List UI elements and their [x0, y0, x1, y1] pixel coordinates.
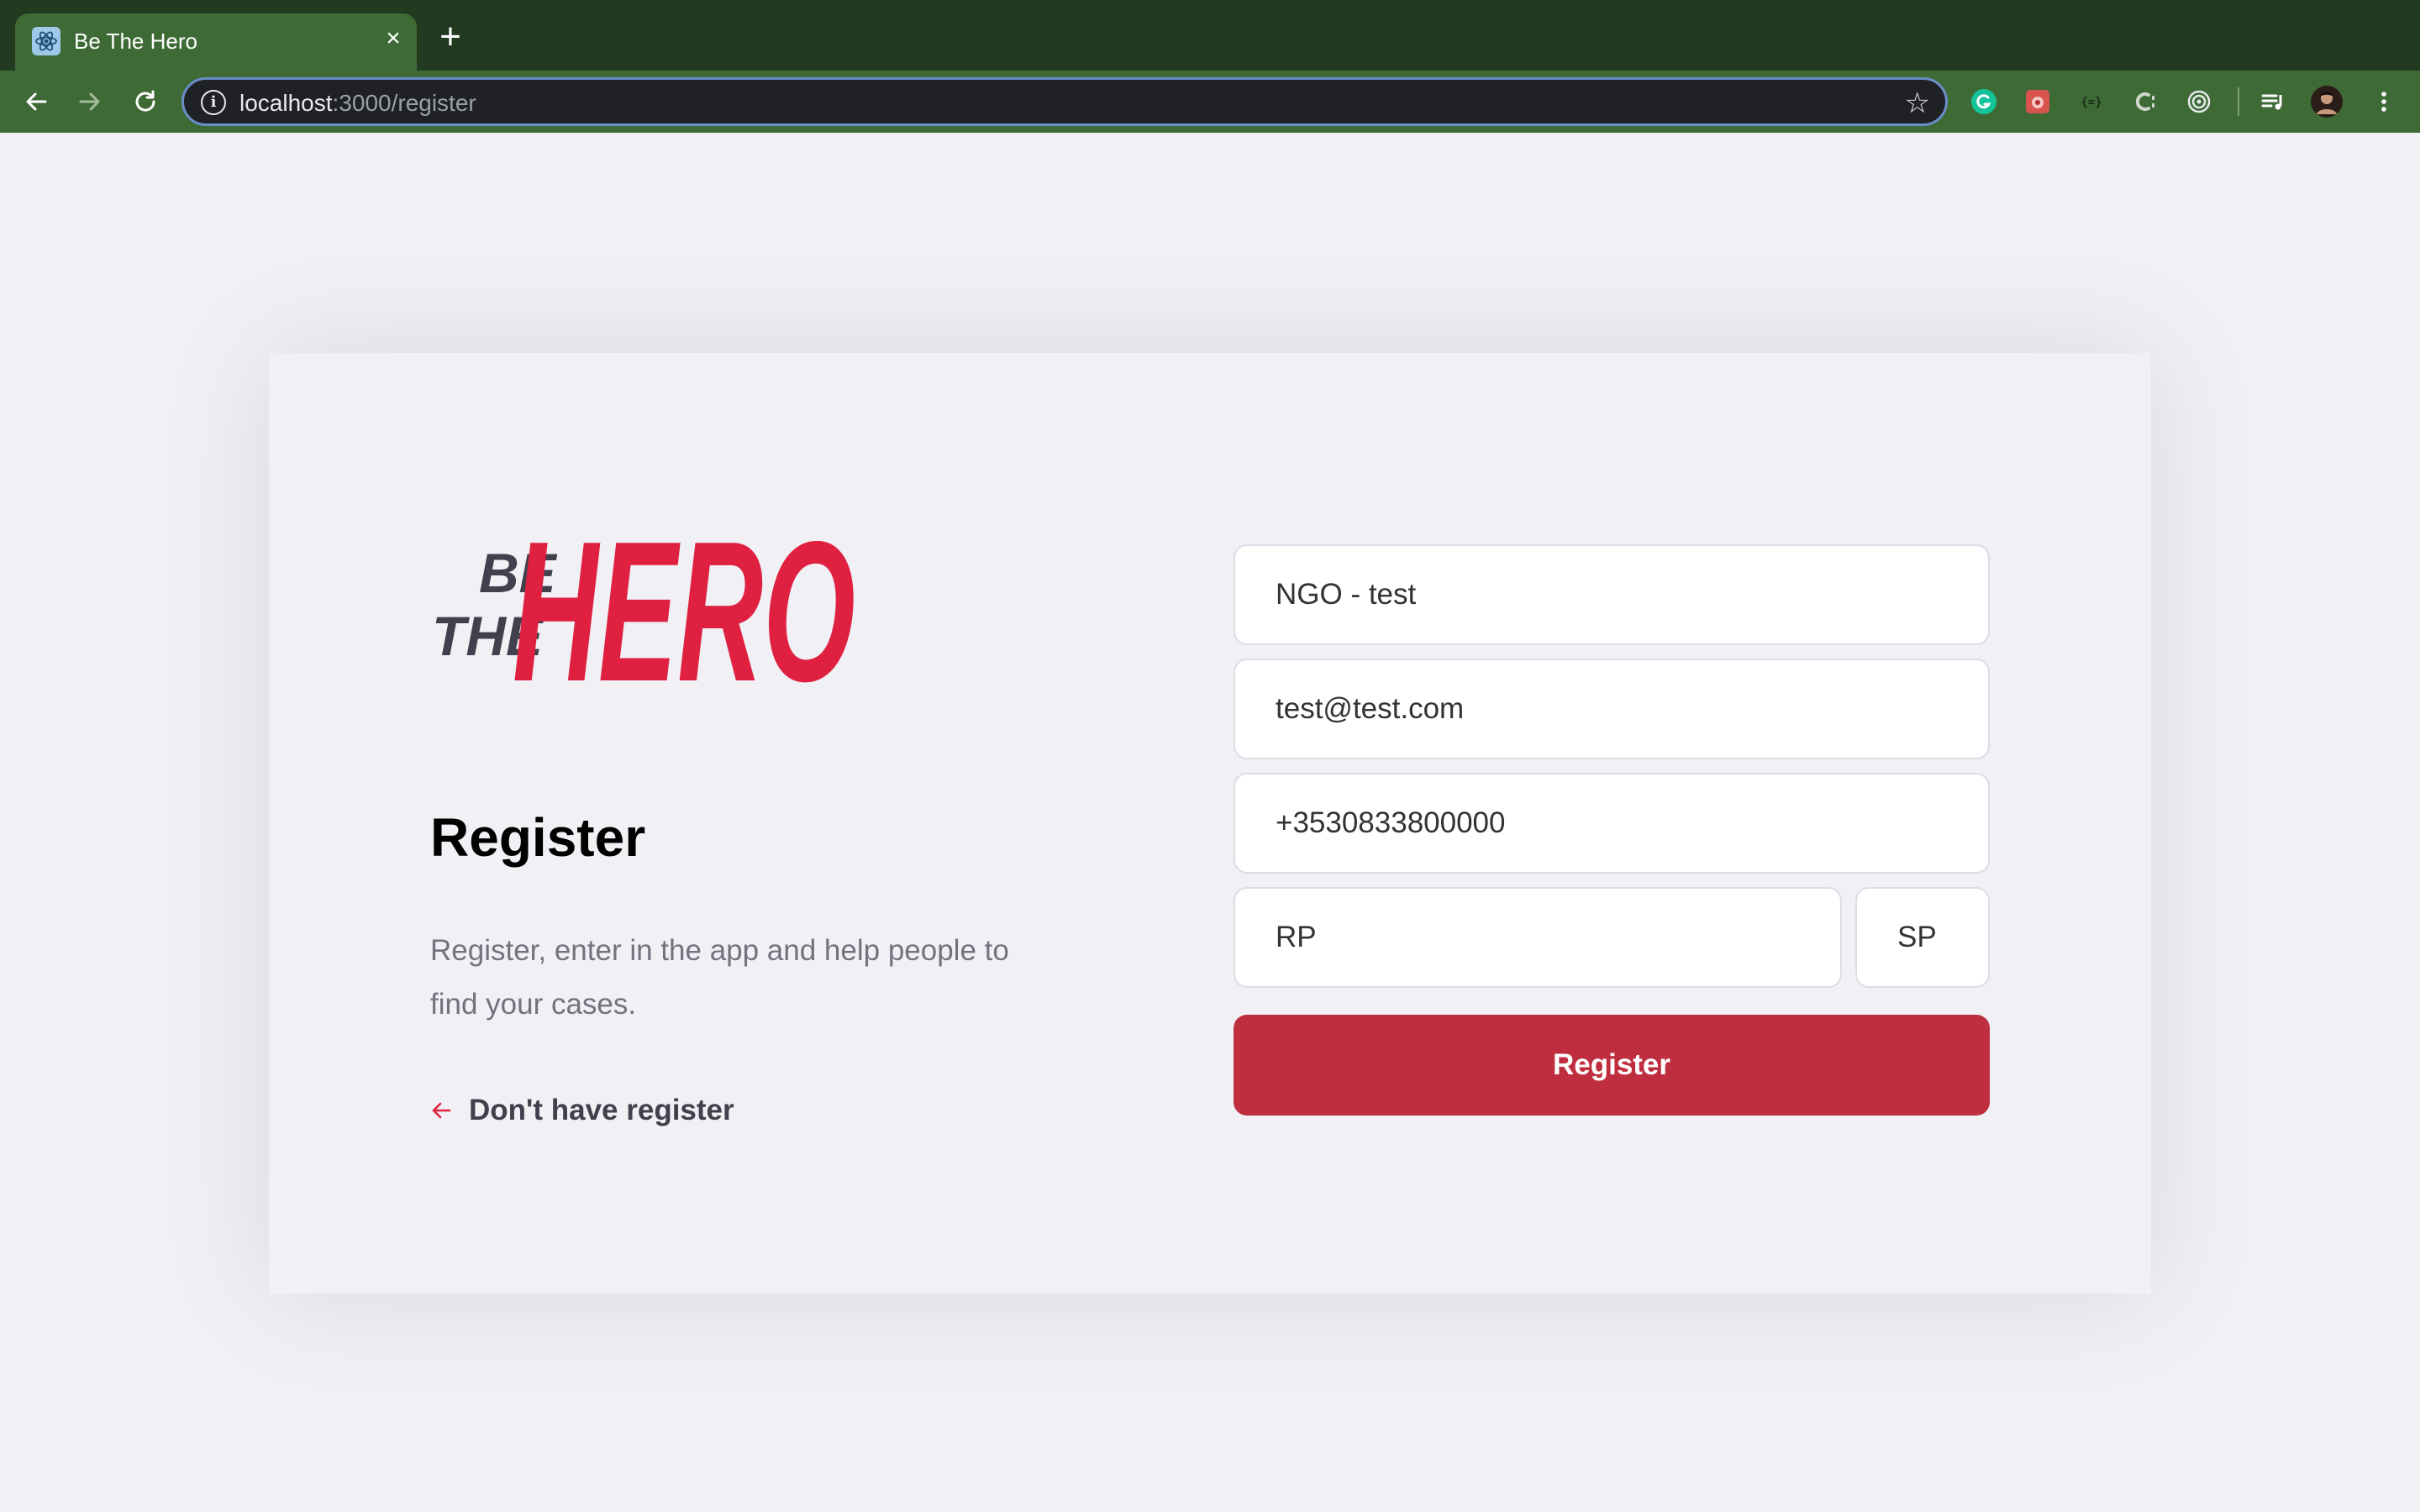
target-extension-icon[interactable]	[2183, 86, 2215, 118]
back-link-label: Don't have register	[469, 1094, 734, 1126]
be-the-hero-logo: BE THE HERO	[432, 512, 855, 697]
profile-avatar[interactable]	[2311, 86, 2343, 118]
uf-input[interactable]	[1855, 887, 1990, 988]
arrow-left-icon	[432, 1102, 451, 1119]
new-tab-button[interactable]: +	[434, 18, 467, 55]
browser-tab[interactable]: Be The Hero ×	[15, 13, 417, 71]
react-icon	[32, 27, 60, 55]
toolbar-divider	[2238, 87, 2239, 116]
bookmark-star-icon[interactable]: ☆	[1905, 87, 1930, 120]
forward-icon[interactable]	[71, 82, 109, 121]
email-input[interactable]	[1234, 659, 1990, 759]
browser-menu-icon[interactable]	[2368, 86, 2400, 118]
logo-hero-text: HERO	[513, 512, 855, 697]
back-to-logon-link[interactable]: Don't have register	[430, 1094, 734, 1127]
tab-title: Be The Hero	[74, 29, 197, 54]
page-title: Register	[430, 807, 646, 868]
whatsapp-input[interactable]	[1234, 773, 1990, 874]
back-icon[interactable]	[17, 82, 55, 121]
browser-tab-strip: Be The Hero × +	[0, 0, 2420, 71]
svg-text:{=}: {=}	[2081, 96, 2102, 109]
ngo-name-input[interactable]	[1234, 544, 1990, 645]
close-tab-icon[interactable]: ×	[378, 24, 408, 54]
register-card: BE THE HERO Register Register, enter in …	[269, 353, 2151, 1294]
address-bar[interactable]: i localhost:3000/register ☆	[182, 77, 1948, 126]
reload-icon[interactable]	[126, 82, 165, 121]
url-text: localhost:3000/register	[239, 90, 476, 117]
media-control-icon[interactable]	[2257, 86, 2289, 118]
site-info-icon[interactable]: i	[201, 90, 226, 115]
register-button[interactable]: Register	[1234, 1015, 1990, 1116]
extension-red-icon[interactable]	[2022, 86, 2054, 118]
extension-c-icon[interactable]	[2129, 86, 2161, 118]
url-host: localhost	[239, 90, 333, 116]
url-path: :3000/register	[332, 90, 476, 116]
city-input[interactable]	[1234, 887, 1842, 988]
browser-toolbar: i localhost:3000/register ☆ {=}	[0, 71, 2420, 133]
grammarly-extension-icon[interactable]	[1968, 86, 2000, 118]
page-description: Register, enter in the app and help peop…	[430, 934, 1009, 1021]
json-extension-icon[interactable]: {=}	[2075, 86, 2107, 118]
